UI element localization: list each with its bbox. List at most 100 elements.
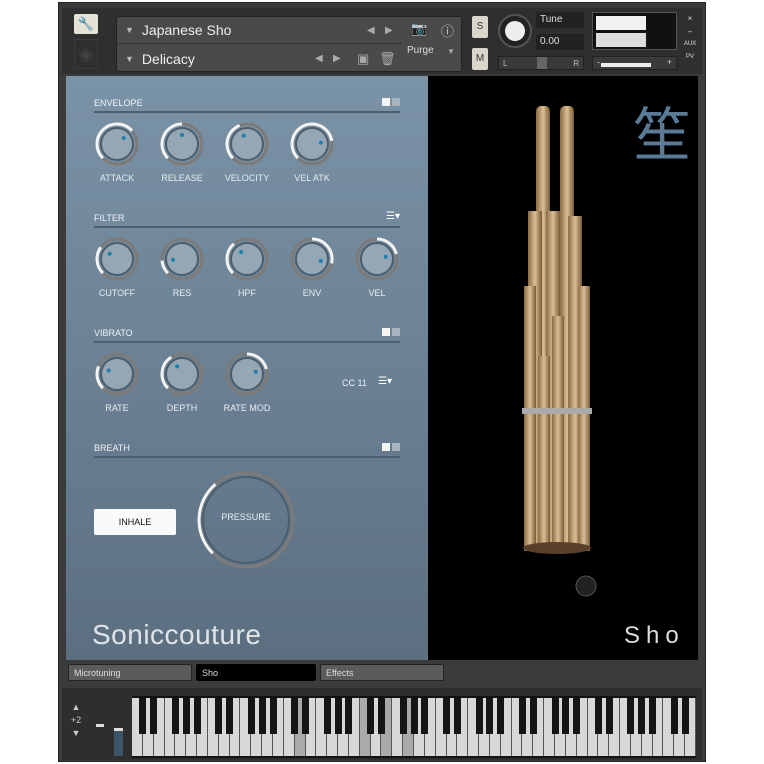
black-key[interactable] [573,698,581,734]
pitch-wheel[interactable] [96,724,104,727]
black-key[interactable] [171,698,179,734]
minimize-button[interactable]: – [683,25,697,38]
black-key[interactable] [302,698,310,734]
tune-value[interactable]: 0.00 [536,34,584,50]
black-key[interactable] [453,698,461,734]
black-key[interactable] [399,698,407,734]
delete-icon[interactable]: 🗑 [379,51,396,67]
black-key[interactable] [226,698,234,734]
dropdown-icon[interactable]: ▼ [125,25,134,35]
cc-label: CC 11 [342,378,367,388]
camera-icon[interactable]: 📷 [411,21,427,37]
aux-button[interactable]: AUX [683,38,697,51]
pan-slider[interactable]: LR [498,56,584,70]
black-key[interactable] [139,698,147,734]
knob-attack[interactable]: ATTACK [85,121,149,183]
knob-hpf[interactable]: HPF [215,236,279,298]
black-key[interactable] [518,698,526,734]
black-key[interactable] [681,698,689,734]
piano-keyboard[interactable] [132,696,696,758]
mod-wheel[interactable] [114,728,123,756]
black-key[interactable] [497,698,505,734]
knob-res[interactable]: RES [150,236,214,298]
purge-menu[interactable]: Purge [407,45,434,56]
inhale-button[interactable]: INHALE [94,509,176,535]
black-key[interactable] [377,698,385,734]
wrench-icon[interactable]: 🔧 [74,14,98,34]
knob-indicator [318,258,323,263]
next-preset-icon[interactable]: ▶ [333,53,341,64]
black-key[interactable] [562,698,570,734]
solo-button[interactable]: S [472,16,488,38]
breath-toggle[interactable] [380,443,400,451]
octave-up-icon[interactable]: ▲ [66,702,86,712]
filter-menu-icon[interactable]: ☰▾ [386,211,400,222]
black-key[interactable] [638,698,646,734]
knob-vel-atk[interactable]: VEL ATK [280,121,344,183]
black-key[interactable] [627,698,635,734]
black-key[interactable] [421,698,429,734]
pan-right: R [573,59,579,68]
knob-depth[interactable]: DEPTH [150,351,214,413]
black-key[interactable] [605,698,613,734]
black-key[interactable] [345,698,353,734]
knob-rate[interactable]: RATE [85,351,149,413]
knob-indicator [383,254,388,259]
black-key[interactable] [670,698,678,734]
black-key[interactable] [323,698,331,734]
black-key[interactable] [193,698,201,734]
purge-dropdown-icon[interactable]: ▼ [447,47,455,56]
next-instrument-icon[interactable]: ▶ [385,25,393,36]
knob-body [100,127,134,161]
black-key[interactable] [649,698,657,734]
black-key[interactable] [215,698,223,734]
tab-bar: Microtuning Sho Effects [66,663,698,683]
knob-release[interactable]: RELEASE [150,121,214,183]
black-key[interactable] [247,698,255,734]
black-key[interactable] [529,698,537,734]
knob-env[interactable]: ENV [280,236,344,298]
knob-velocity[interactable]: VELOCITY [215,121,279,183]
knob-cutoff[interactable]: CUTOFF [85,236,149,298]
cc-menu-icon[interactable]: ☰▾ [378,376,392,387]
envelope-toggle[interactable] [380,98,400,106]
black-key[interactable] [443,698,451,734]
black-key[interactable] [551,698,559,734]
knob-body [165,127,199,161]
tab-effects[interactable]: Effects [320,664,444,681]
pressure-knob[interactable]: PRESSURE [196,470,296,570]
instrument-row[interactable]: ▼ Japanese Sho [117,17,402,44]
info-icon[interactable]: ⓘ [441,21,454,40]
black-key[interactable] [150,698,158,734]
save-icon[interactable]: ▣ [357,51,369,67]
black-key[interactable] [334,698,342,734]
tab-sho[interactable]: Sho [196,664,316,681]
black-key[interactable] [410,698,418,734]
tune-knob[interactable] [498,14,532,48]
black-key[interactable] [475,698,483,734]
knob-label: DEPTH [166,403,198,413]
black-key[interactable] [486,698,494,734]
preset-row[interactable]: ▼ Delicacy [117,45,317,72]
knob-vel[interactable]: VEL [345,236,409,298]
octave-down-icon[interactable]: ▼ [66,728,86,738]
black-key[interactable] [182,698,190,734]
black-key[interactable] [269,698,277,734]
pv-button[interactable]: PV [683,51,697,64]
volume-slider[interactable]: - + [592,56,677,70]
black-key[interactable] [367,698,375,734]
knob-label: VEL [368,288,386,298]
knob-indicator [239,250,244,255]
mute-button[interactable]: M [472,48,488,70]
tab-microtuning[interactable]: Microtuning [68,664,192,681]
dropdown-icon[interactable]: ▼ [125,54,134,64]
black-key[interactable] [291,698,299,734]
close-button[interactable]: × [683,12,697,25]
black-key[interactable] [258,698,266,734]
knob-rate-mod[interactable]: RATE MOD [215,351,279,413]
prev-preset-icon[interactable]: ◀ [315,53,323,64]
vibrato-toggle[interactable] [380,328,400,336]
prev-instrument-icon[interactable]: ◀ [367,25,375,36]
knob-body [230,127,264,161]
black-key[interactable] [594,698,602,734]
